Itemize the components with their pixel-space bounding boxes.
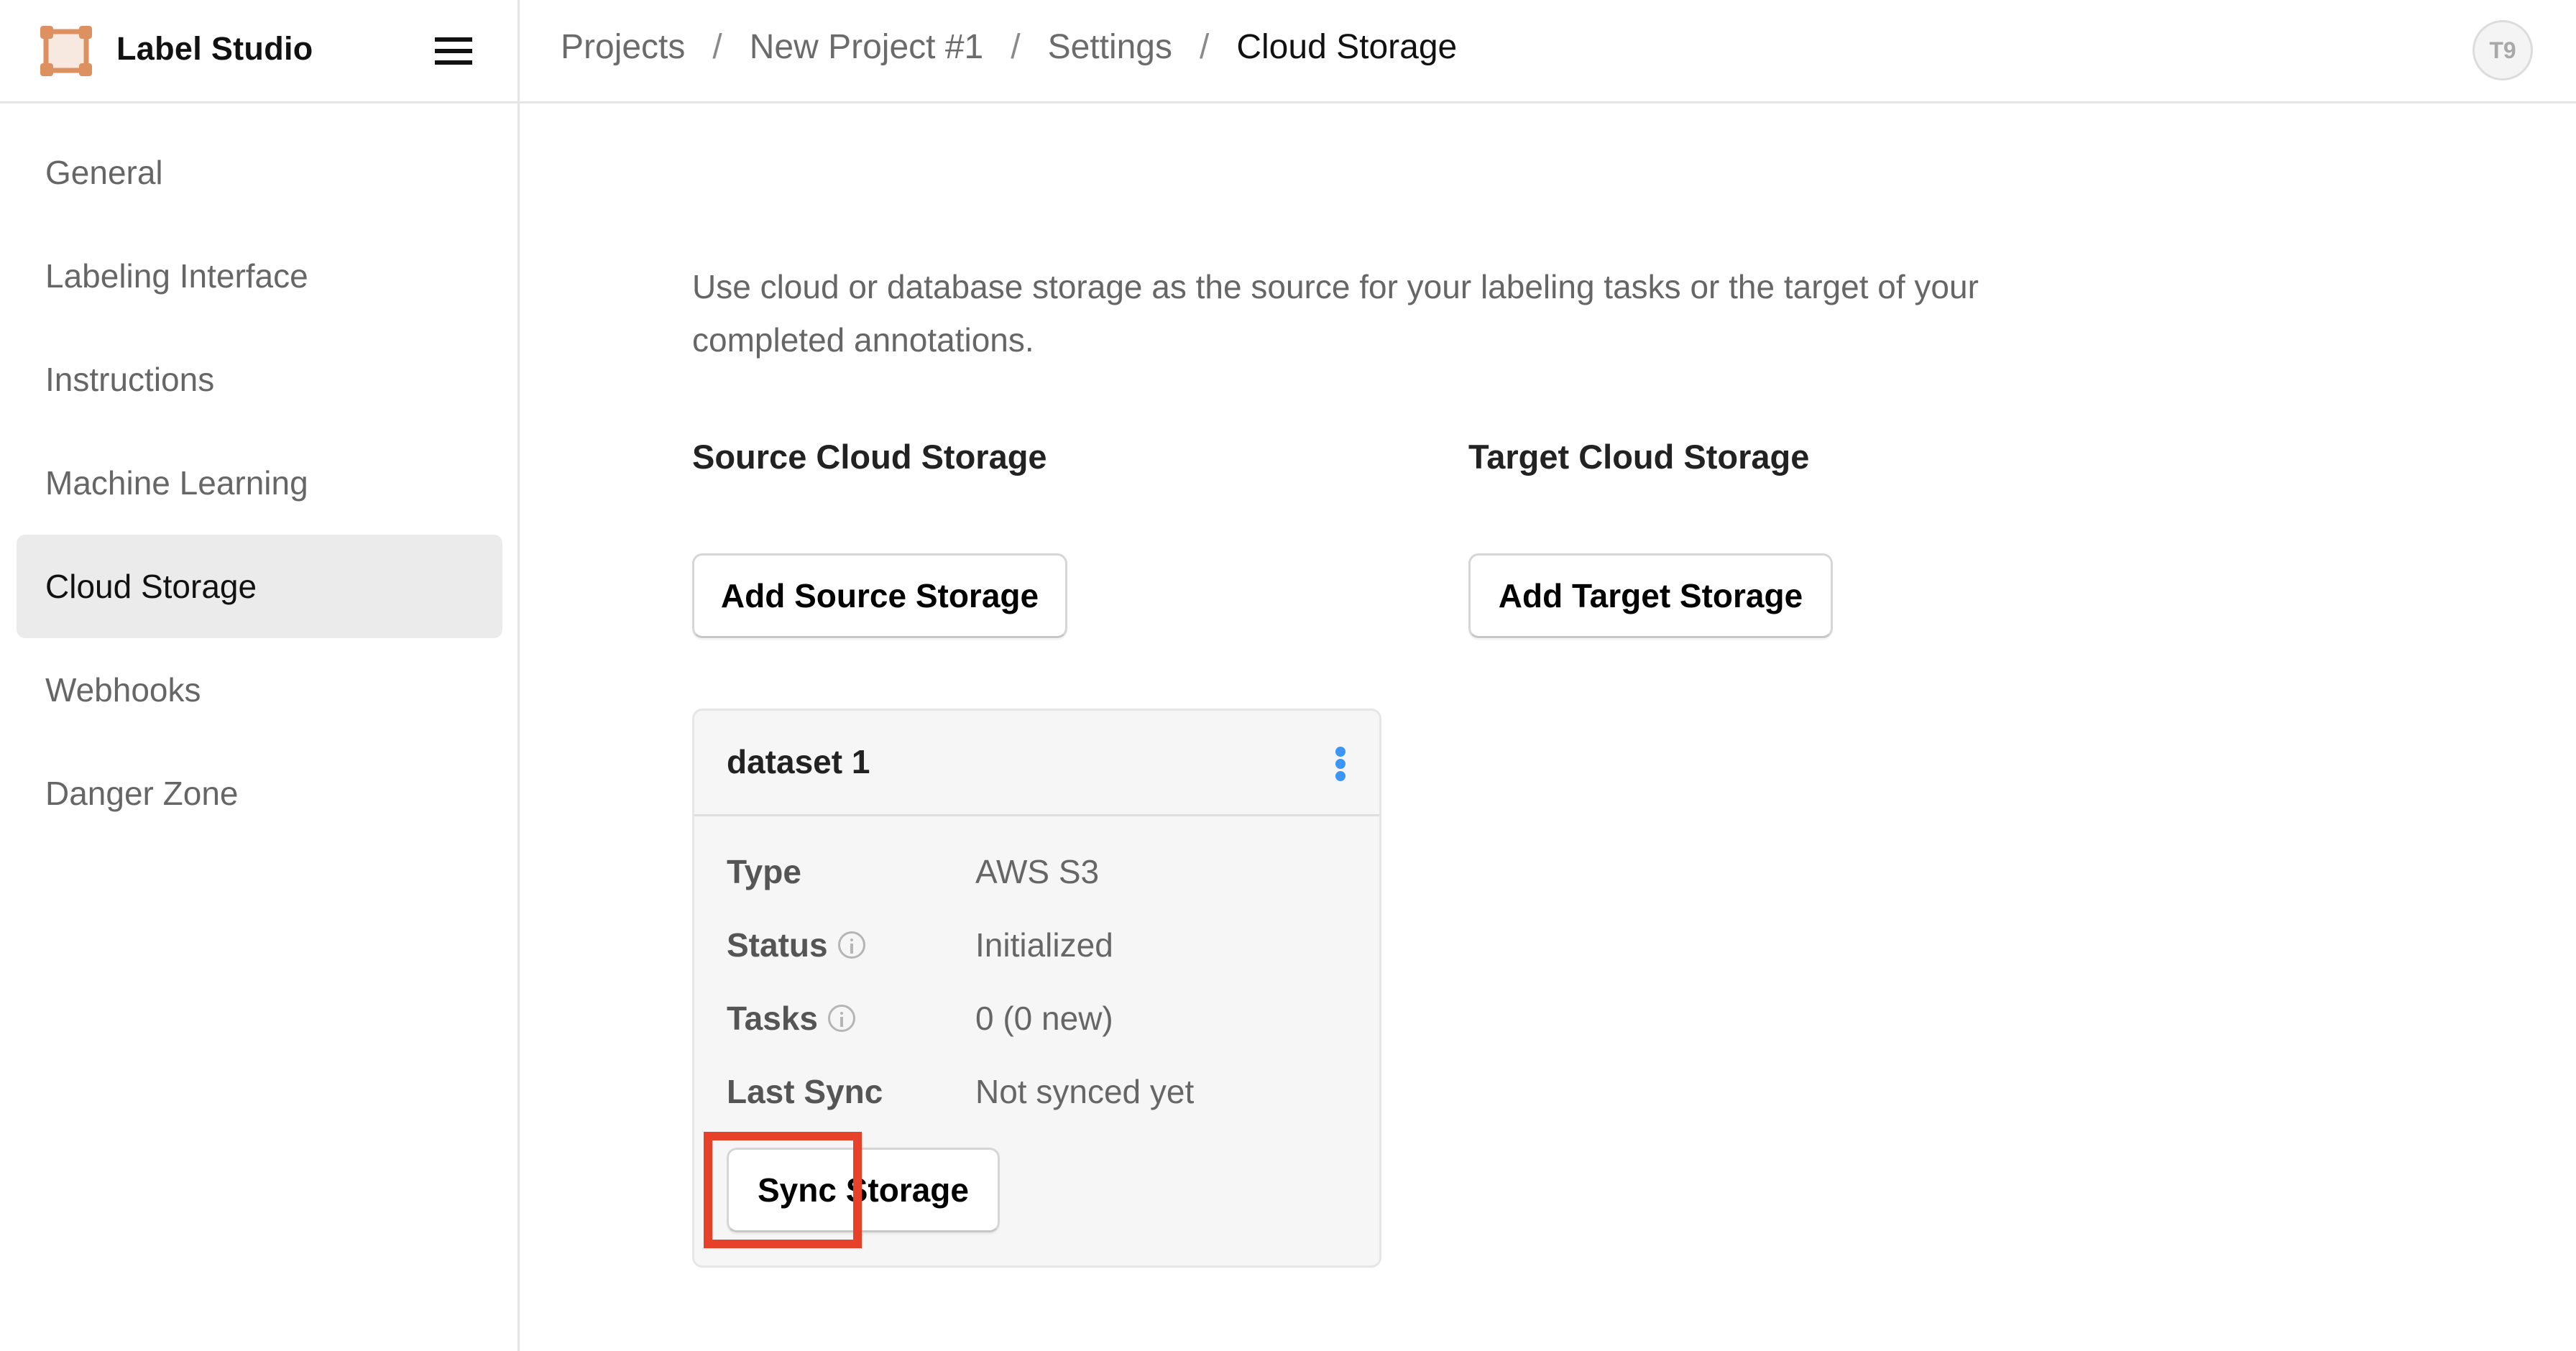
label-studio-logo-icon[interactable]: [40, 26, 92, 76]
row-label: Type: [727, 852, 975, 891]
hamburger-menu-icon[interactable]: [433, 34, 474, 68]
status-value: Initialized: [975, 926, 1113, 964]
sidebar-item-label: Machine Learning: [45, 464, 308, 502]
breadcrumb-separator: /: [1011, 28, 1021, 66]
kebab-menu-icon[interactable]: [1333, 747, 1348, 783]
sidebar-divider: [518, 103, 520, 1351]
breadcrumb-separator: /: [712, 28, 722, 66]
app-title: Label Studio: [116, 30, 313, 67]
type-value: AWS S3: [975, 853, 1100, 890]
sidebar-item-general[interactable]: General: [17, 121, 502, 224]
sidebar-item-labeling-interface[interactable]: Labeling Interface: [17, 224, 502, 328]
hamburger-line: [435, 60, 472, 65]
breadcrumb-projects[interactable]: Projects: [561, 27, 685, 67]
last-sync-value: Not synced yet: [975, 1073, 1195, 1110]
sidebar-item-label: Instructions: [45, 361, 215, 398]
breadcrumb-project[interactable]: New Project #1: [750, 27, 983, 67]
sidebar-item-label: Cloud Storage: [45, 568, 257, 605]
sidebar-item-label: Danger Zone: [45, 775, 239, 812]
info-icon[interactable]: [828, 1005, 856, 1032]
storage-row-tasks: Tasks 0 (0 new): [727, 993, 1345, 1043]
sidebar-item-label: Webhooks: [45, 671, 201, 709]
tasks-label: Tasks: [727, 1000, 819, 1037]
top-header: Label Studio Projects / New Project #1 /…: [0, 0, 2576, 103]
breadcrumb-current: Cloud Storage: [1236, 28, 1458, 66]
tasks-value: 0 (0 new): [975, 1000, 1113, 1037]
last-sync-label: Last Sync: [727, 1073, 883, 1110]
hamburger-line: [435, 49, 472, 53]
storage-row-last-sync: Last Sync Not synced yet: [727, 1066, 1345, 1117]
info-icon[interactable]: [837, 931, 865, 959]
target-storage-title: Target Cloud Storage: [1468, 438, 1810, 476]
add-target-storage-button[interactable]: Add Target Storage: [1468, 553, 1833, 638]
source-storage-title: Source Cloud Storage: [692, 438, 1047, 476]
kebab-dot: [1335, 771, 1346, 781]
row-label: Last Sync: [727, 1072, 975, 1111]
storage-name: dataset 1: [727, 743, 870, 780]
storage-row-status: Status Initialized: [727, 920, 1345, 970]
hamburger-line: [435, 37, 472, 42]
sidebar-item-label: General: [45, 154, 163, 191]
status-label: Status: [727, 926, 828, 964]
breadcrumb: Projects / New Project #1 / Settings / C…: [561, 27, 1457, 67]
storage-card-header: dataset 1: [694, 711, 1379, 816]
sidebar-item-webhooks[interactable]: Webhooks: [17, 638, 502, 742]
add-source-storage-button[interactable]: Add Source Storage: [692, 553, 1067, 638]
type-label: Type: [727, 853, 801, 890]
settings-sidebar: General Labeling Interface Instructions …: [0, 103, 518, 1351]
sidebar-item-cloud-storage[interactable]: Cloud Storage: [17, 535, 502, 638]
storage-row-type: Type AWS S3: [727, 847, 1345, 897]
sync-storage-button[interactable]: Sync Storage: [727, 1148, 1000, 1232]
user-avatar[interactable]: T9: [2472, 20, 2533, 80]
sidebar-item-danger-zone[interactable]: Danger Zone: [17, 742, 502, 845]
page-description: Use cloud or database storage as the sou…: [692, 268, 1979, 359]
kebab-dot: [1335, 747, 1346, 757]
row-label: Tasks: [727, 999, 975, 1038]
sidebar-item-machine-learning[interactable]: Machine Learning: [17, 431, 502, 535]
sidebar-item-instructions[interactable]: Instructions: [17, 328, 502, 431]
kebab-dot: [1335, 759, 1346, 769]
sidebar-item-label: Labeling Interface: [45, 257, 308, 295]
breadcrumb-settings[interactable]: Settings: [1048, 27, 1172, 67]
row-label: Status: [727, 926, 975, 964]
breadcrumb-separator: /: [1200, 28, 1210, 66]
header-divider: [518, 0, 520, 103]
